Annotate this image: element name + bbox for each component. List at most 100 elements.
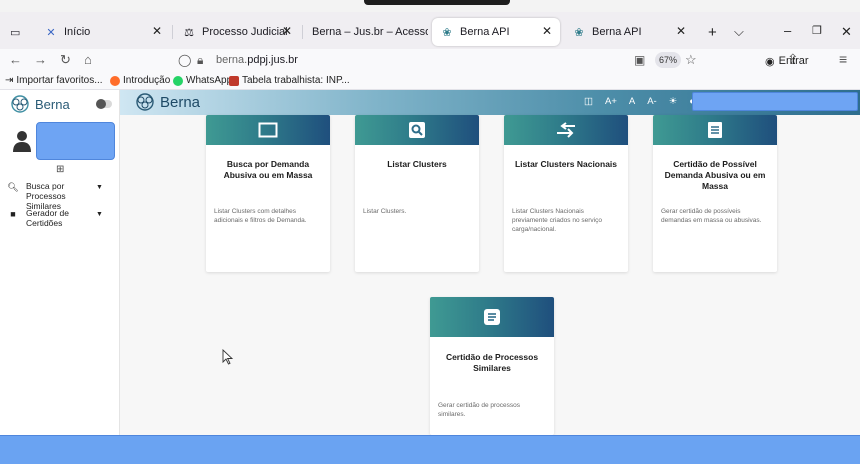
reader-view-icon[interactable]: ▣ [634,53,645,67]
card-certidao-demanda[interactable]: Certidão de Possível Demanda Abusiva ou … [653,115,777,272]
tab-label: Berna API [592,26,642,38]
address-bar[interactable]: ◯ 🔒︎ berna.pdpj.jus.br ▣ ☆ [170,49,715,73]
forward-icon[interactable]: → [34,52,47,67]
caret-down-icon: ▼ [96,184,103,191]
bookmark-label: Introdução [123,75,171,86]
document-icon: ■ [10,209,16,219]
tab-label: Processo Judicial [202,26,288,38]
berna-favicon-icon: ❀ [442,26,452,39]
bookmark-introducao[interactable]: Introdução [110,75,170,86]
tab-label: Berna API [460,26,510,38]
restore-icon[interactable]: ❐ [812,24,822,37]
contrast-icon[interactable]: ◫ [584,96,593,107]
sidebar-brand[interactable]: Berna [7,94,70,114]
tab-processo-judicial[interactable]: ⚖ Processo Judicial ✕ [174,18,300,46]
menu-icon[interactable]: ≡ [839,51,847,67]
shield-icon[interactable]: ◯ [178,53,191,67]
font-reset-button[interactable]: A [629,96,635,107]
lock-icon[interactable]: 🔒︎ [197,53,203,68]
sidebar-item-label: Busca por Processos Similares [26,181,66,211]
whatsapp-icon [173,75,183,86]
tab-list-chevron-icon[interactable]: ⌵ [734,24,744,40]
card-title: Listar Clusters Nacionais [514,159,618,169]
close-tab-icon[interactable]: ✕ [152,24,162,38]
header-brand[interactable]: Berna [132,92,200,112]
inicio-favicon-icon: ✕ [46,26,56,39]
zoom-level-badge[interactable]: 67% [655,52,681,68]
tab-berna-jus[interactable]: Berna – Jus.br – Acesso Rápido X [304,18,428,46]
sidebar-item-busca[interactable]: 🔍︎ Busca por Processos Similares ▼ [0,181,119,211]
tab-separator [302,25,303,39]
font-decrease-button[interactable]: A- [647,96,657,107]
note-icon [484,309,500,325]
home-icon[interactable]: ⌂ [84,52,92,67]
brightness-icon[interactable]: ☀ [669,96,678,107]
tab-berna-api[interactable]: ❀ Berna API ✕ [564,18,694,46]
card-header [504,115,628,145]
bookmark-star-icon[interactable]: ☆ [685,52,697,68]
scales-favicon-icon: ⚖ [184,26,194,39]
user-info-redacted [36,122,115,160]
tab-berna-api-active[interactable]: ❀ Berna API ✕ [432,18,560,46]
window-top-strip [0,0,860,12]
import-icon: ⇥ [5,75,14,86]
tab-label: Berna – Jus.br – Acesso Rápido X [312,26,428,38]
card-title: Certidão de Possível Demanda Abusiva ou … [664,159,766,191]
url-text[interactable]: berna.pdpj.jus.br [216,54,298,66]
main-content: Busca por Demanda Abusiva ou em Massa Li… [120,115,860,435]
minimize-icon[interactable]: – [784,23,791,38]
tab-inicio[interactable]: ✕ Início ✕ [36,18,170,46]
close-tab-icon[interactable]: ✕ [282,24,292,38]
berna-logo-icon [11,95,29,113]
berna-favicon-icon: ❀ [574,26,584,39]
card-header [206,115,330,145]
card-description: Listar Clusters Nacionais previamente cr… [512,208,602,233]
certificate-icon [708,122,722,138]
close-tab-icon[interactable]: ✕ [676,24,686,38]
card-description: Gerar certidão de possíveis demandas em … [661,208,762,224]
close-tab-icon[interactable]: ✕ [542,24,552,38]
card-busca-demanda[interactable]: Busca por Demanda Abusiva ou em Massa Li… [206,115,330,272]
bookmark-label: WhatsApp [186,75,233,86]
berna-logo-icon [136,93,154,111]
sidebar: Berna ⊞ 🔍︎ Busca por Processos Similares… [0,90,120,464]
card-description: Listar Clusters. [363,208,407,215]
sidebar-item-label: Gerador de Certidões [26,208,69,228]
card-listar-clusters[interactable]: Listar Clusters Listar Clusters. [355,115,479,272]
url-domain: pdpj.jus.br [247,54,298,66]
signin-button[interactable]: ◉ Entrar [765,51,809,71]
card-header [653,115,777,145]
sidebar-item-gerador[interactable]: ■ Gerador de Certidões ▼ [0,208,119,228]
bookmark-tabela[interactable]: Tabela trabalhista: INP... [229,75,350,86]
bookmark-import[interactable]: ⇥ Importar favoritos... [5,75,103,86]
url-prefix: berna. [216,54,248,66]
bookmark-label: Tabela trabalhista: INP... [242,75,350,86]
window-drag-handle[interactable] [364,0,510,5]
back-icon[interactable]: ← [9,52,22,67]
reload-icon[interactable]: ↻ [60,52,71,68]
caret-down-icon: ▼ [96,211,103,218]
mouse-cursor-icon [222,349,234,365]
tab-overview-icon: ▭ [10,26,21,39]
account-icon: ◉ [765,55,775,68]
expand-menu-icon[interactable]: ⊞ [56,164,64,175]
tabela-icon [229,75,239,86]
bookmark-whatsapp[interactable]: WhatsApp [173,75,232,86]
app-header: Berna ◫ A+ A A- ☀ ● [120,90,860,115]
firefox-icon [110,75,120,86]
card-title: Busca por Demanda Abusiva ou em Massa [223,159,313,180]
theme-toggle[interactable] [96,99,112,109]
header-user-redacted [692,92,858,111]
new-tab-icon[interactable]: + [708,24,717,41]
window-icon [258,122,278,138]
bookmarks-toolbar: ⇥ Importar favoritos... Introdução WhatsA… [0,73,860,90]
card-listar-clusters-nacionais[interactable]: Listar Clusters Nacionais Listar Cluster… [504,115,628,272]
browser-tab-bar: ▭ ✕ Início ✕ ⚖ Processo Judicial ✕ Berna… [0,12,860,49]
brand-name: Berna [35,96,70,112]
card-description: Gerar certidão de processos similares. [438,402,521,418]
tab-overview-button[interactable]: ▭ [4,18,26,46]
card-certidao-processos[interactable]: Certidão de Processos Similares Gerar ce… [430,297,554,435]
window-close-icon[interactable]: ✕ [841,24,852,40]
font-increase-button[interactable]: A+ [605,96,617,107]
card-header [355,115,479,145]
